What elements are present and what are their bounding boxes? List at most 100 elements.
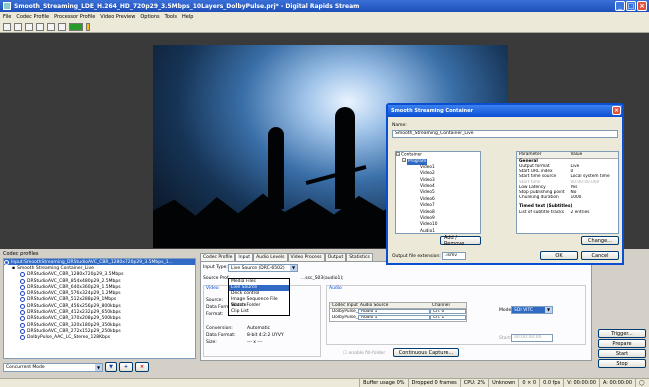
- signal-status: Unknown: [488, 379, 518, 387]
- add-profile-button[interactable]: +: [119, 362, 133, 372]
- data-format2-label: Data Format:: [206, 333, 236, 338]
- start-timecode-field[interactable]: 00:00:00:00: [511, 334, 553, 342]
- chevron-down-icon: ▼: [290, 265, 297, 271]
- source-profile-label: Source Prof: [203, 276, 229, 281]
- table-row[interactable]: List of subtitle tracks 2 entries: [517, 210, 618, 215]
- minimize-button[interactable]: _: [615, 1, 625, 11]
- menu-file[interactable]: File: [3, 14, 11, 20]
- table-row[interactable]: Chunking duration 1000: [517, 195, 618, 200]
- tab-video-process[interactable]: Video Process: [287, 253, 325, 261]
- collapse-icon[interactable]: −: [402, 158, 406, 163]
- dialog-close-icon[interactable]: ×: [612, 106, 621, 115]
- input-type-dropdown[interactable]: Media Files Live Source Deck control Ima…: [228, 278, 290, 316]
- continuous-capture-button[interactable]: Continuous Capture...: [393, 348, 459, 357]
- codec-profiles-title: Codec profiles: [3, 251, 39, 257]
- output-extension-field[interactable]: .ismv: [442, 252, 466, 260]
- ok-button[interactable]: OK: [540, 251, 578, 260]
- menu-options[interactable]: Options: [140, 14, 159, 20]
- tree-item-input[interactable]: Input:SmoothStreaming_DRStudioAVC_CBR_12…: [4, 259, 195, 266]
- change-button[interactable]: Change...: [581, 236, 619, 245]
- parameter-table[interactable]: Parameter Value General Output format Liv…: [516, 151, 619, 234]
- timecode-mode-select[interactable]: SDI VITC ▼: [511, 306, 553, 314]
- trigger-button[interactable]: Trigger...: [598, 329, 646, 338]
- smooth-streaming-dialog: Smooth Streaming Container × Name: Smoot…: [386, 103, 624, 265]
- prepare-button[interactable]: Prepare: [598, 339, 646, 348]
- profile-bullet-icon: [20, 272, 25, 278]
- bottom-panel: Codec profiles Input:SmoothStreaming_DRS…: [0, 249, 649, 378]
- tab-codec-profile[interactable]: Codec Profile: [200, 253, 236, 261]
- move-down-button[interactable]: ▼: [105, 362, 117, 372]
- menu-processor-profile[interactable]: Processor Profile: [54, 14, 95, 20]
- conversion-value: Automatic: [247, 326, 271, 331]
- size-value: --- x ---: [247, 340, 263, 345]
- new-file-icon[interactable]: [3, 22, 11, 31]
- container-name-field[interactable]: Smooth_Streaming_Container_Live: [392, 130, 618, 138]
- container-tree[interactable]: −Container − Program Video1 Video2 Video3…: [395, 151, 481, 234]
- codec-profile-tree[interactable]: Input:SmoothStreaming_DRStudioAVC_CBR_12…: [3, 258, 196, 359]
- input-type-select[interactable]: Live Source (DRC-6502) ▼: [228, 264, 298, 272]
- cancel-button[interactable]: Cancel: [581, 251, 619, 260]
- audio-group-title: Audio: [329, 286, 342, 291]
- profile-bullet-icon: [20, 316, 25, 322]
- menu-video-preview[interactable]: Video Preview: [100, 14, 135, 20]
- menu-tools[interactable]: Tools: [165, 14, 177, 20]
- size-label: Size:: [206, 340, 217, 345]
- container-folder-icon: ▪: [12, 265, 16, 271]
- monitor-icon[interactable]: [47, 22, 55, 31]
- chevron-down-icon: ▼: [545, 307, 552, 313]
- status-bar: Buffer usage 0% Dropped 0 frames CPU: 2%…: [0, 378, 649, 387]
- mode-select[interactable]: Concurrent Mode ▼: [3, 362, 103, 372]
- profile-bullet-icon: [20, 303, 25, 309]
- settings-tabs: Codec Profile Input Audio Levels Video P…: [200, 253, 592, 361]
- profile-bullet-icon: [20, 335, 25, 341]
- save-icon[interactable]: [25, 22, 33, 31]
- dropdown-option[interactable]: Clip List: [229, 309, 289, 315]
- add-remove-button[interactable]: Add / Remove: [440, 235, 481, 247]
- profile-bullet-icon: [20, 278, 25, 284]
- save-as-icon[interactable]: [36, 22, 44, 31]
- codec-profile-controls: Concurrent Mode ▼ ▼ + ×: [3, 362, 149, 372]
- collapse-icon[interactable]: −: [396, 152, 400, 156]
- window-titlebar: Smooth_Streaming_LDE_H.264_HD_720p29_3.5…: [0, 0, 649, 12]
- menu-bar: File Codec Profile Processor Profile Vid…: [0, 12, 649, 21]
- input-tab-panel: Input Type: Live Source (DRC-6502) ▼ Sou…: [200, 261, 592, 361]
- video-time: V: 00:00:00: [563, 379, 599, 387]
- profile-bullet-icon: [20, 310, 25, 316]
- profile-bullet-icon: [20, 297, 25, 303]
- buffer-usage: Buffer usage 0%: [359, 379, 407, 387]
- encode-controls: Trigger... Prepare Start Stop: [598, 329, 646, 368]
- table-row[interactable]: DolbyPulse_... Audio 1 Ch. 1: [330, 315, 466, 321]
- conversion-label: Conversion:: [206, 326, 233, 331]
- help-icon[interactable]: [86, 22, 90, 31]
- audio-mapping-table[interactable]: Codec Input Audio Source Channel DolbyPu…: [329, 302, 467, 322]
- maximize-button[interactable]: □: [626, 1, 636, 11]
- frame-rate: 0.0 fps: [539, 379, 563, 387]
- menu-codec-profile[interactable]: Codec Profile: [16, 14, 49, 20]
- output-extension-label: Output file extension:: [392, 254, 441, 259]
- name-label: Name:: [392, 123, 407, 128]
- toolbar: [0, 21, 649, 33]
- profile-bullet-icon: [20, 291, 25, 297]
- tree-bullet-icon: [4, 259, 9, 265]
- tab-output[interactable]: Output: [324, 253, 347, 261]
- tree-item-profile[interactable]: DolbyPulse_AAC_LC_Stereo_128Kbps: [4, 335, 195, 341]
- camera-icon[interactable]: [58, 22, 66, 31]
- remove-profile-button[interactable]: ×: [135, 362, 149, 372]
- input-type-label: Input Type:: [203, 265, 228, 270]
- profile-bullet-icon: [20, 328, 25, 334]
- close-button[interactable]: ×: [637, 1, 647, 11]
- video-group-title: Video: [206, 286, 219, 291]
- tab-statistics[interactable]: Statistics: [346, 253, 373, 261]
- dialog-body: Name: Smooth_Streaming_Container_Live −C…: [388, 117, 622, 263]
- enable-fill-checkbox[interactable]: ☐ enable fill-folder: [343, 351, 385, 356]
- tab-audio-levels[interactable]: Audio Levels: [253, 253, 288, 261]
- performer-silhouette: [268, 127, 284, 209]
- tab-input[interactable]: Input: [235, 253, 254, 261]
- profile-bullet-icon: [20, 284, 25, 290]
- start-button[interactable]: Start: [598, 349, 646, 358]
- cpu-usage: CPU: 2%: [459, 379, 488, 387]
- open-folder-icon[interactable]: [14, 22, 22, 31]
- stop-button[interactable]: Stop: [598, 359, 646, 368]
- menu-help[interactable]: Help: [182, 14, 193, 20]
- level-meter-icon[interactable]: [69, 22, 83, 31]
